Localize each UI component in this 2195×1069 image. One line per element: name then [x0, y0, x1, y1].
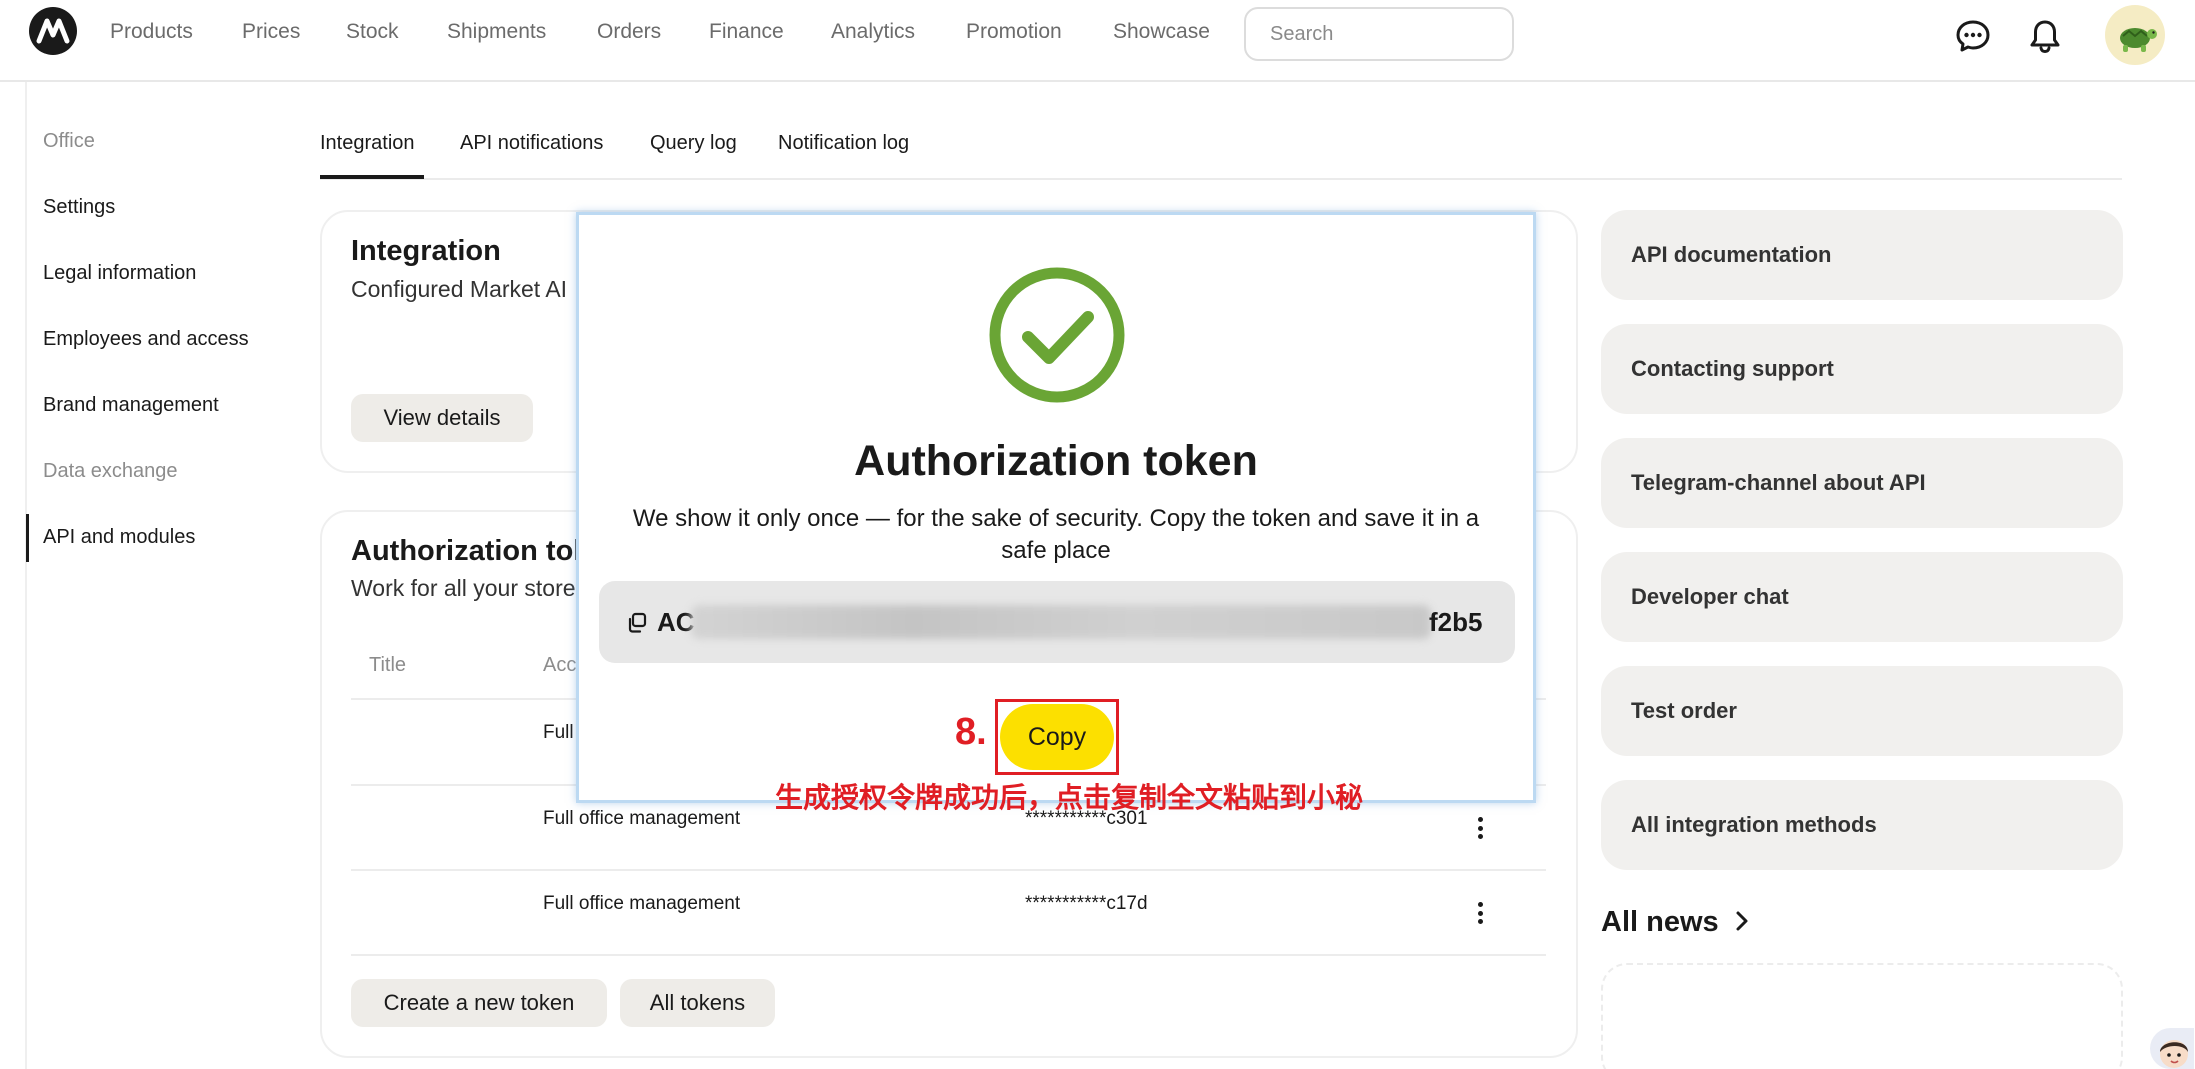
annotation-instruction: 生成授权令牌成功后，点击复制全文粘贴到小秘 [775, 781, 1364, 814]
token-field[interactable]: AC f2b5 [599, 581, 1515, 663]
chevron-right-icon [1736, 911, 1748, 931]
nav-finance[interactable]: Finance [709, 20, 784, 44]
nav-stock[interactable]: Stock [346, 20, 399, 44]
sidebar-item-legal-information[interactable]: Legal information [43, 262, 196, 285]
chat-icon[interactable] [1953, 16, 1993, 56]
market-logo-icon[interactable] [29, 7, 77, 55]
token-masked-section [691, 605, 1431, 639]
nav-promotion[interactable]: Promotion [966, 20, 1062, 44]
nav-showcase[interactable]: Showcase [1113, 20, 1210, 44]
page-left-edge [25, 82, 27, 1069]
table-divider [351, 869, 1546, 871]
tab-notification-log[interactable]: Notification log [778, 132, 909, 155]
integration-card-title: Integration [351, 235, 501, 267]
annotation-step-number: 8. [955, 711, 987, 753]
all-news-link[interactable]: All news [1601, 906, 1753, 939]
bell-icon[interactable] [2025, 16, 2065, 56]
token-visible-suffix: f2b5 [1429, 607, 1483, 637]
success-check-icon [989, 267, 1125, 403]
sidebar-item-data-exchange: Data exchange [43, 460, 178, 482]
telegram-channel-link[interactable]: Telegram-channel about API [1601, 438, 2123, 528]
row-3-more-menu-icon[interactable] [1470, 899, 1490, 927]
table-row-3-token: ***********c17d [1025, 893, 1148, 914]
table-row-1-access: Full [543, 722, 574, 743]
column-header-title: Title [369, 654, 407, 676]
copy-button[interactable]: Copy [1000, 704, 1114, 770]
news-feed-placeholder [1601, 963, 2123, 1069]
search-input[interactable] [1244, 7, 1514, 61]
integration-card-subtitle: Configured Market AI [351, 276, 568, 302]
assistant-face-icon [2160, 1040, 2188, 1068]
view-details-button[interactable]: View details [351, 394, 533, 442]
sidebar-item-brand-management[interactable]: Brand management [43, 394, 219, 417]
turtle-avatar-icon [2120, 28, 2157, 52]
modal-title: Authorization token [854, 437, 1258, 485]
sidebar-active-indicator [26, 514, 29, 562]
contacting-support-link[interactable]: Contacting support [1601, 324, 2123, 414]
nav-prices[interactable]: Prices [242, 20, 300, 44]
sidebar-item-office: Office [43, 130, 95, 152]
sidebar-item-api-and-modules[interactable]: API and modules [43, 526, 195, 549]
tabs-divider [320, 178, 2122, 180]
tab-api-notifications[interactable]: API notifications [460, 132, 603, 155]
all-integration-methods-link[interactable]: All integration methods [1601, 780, 2123, 870]
tokens-card-title: Authorization tok [351, 535, 590, 567]
test-order-link[interactable]: Test order [1601, 666, 2123, 756]
table-row-3-access: Full office management [543, 893, 741, 914]
all-tokens-button[interactable]: All tokens [620, 979, 775, 1027]
active-tab-underline [320, 175, 424, 179]
nav-shipments[interactable]: Shipments [447, 20, 546, 44]
nav-products[interactable]: Products [110, 20, 193, 44]
tab-integration[interactable]: Integration [320, 132, 415, 155]
tab-query-log[interactable]: Query log [650, 132, 737, 155]
user-avatar[interactable] [2105, 5, 2165, 65]
token-visible-prefix: AC [657, 607, 695, 637]
sidebar-item-employees-and-access[interactable]: Employees and access [43, 328, 249, 351]
column-header-access: Acc [543, 654, 577, 676]
top-navigation-bar: Products Prices Stock Shipments Orders F… [0, 0, 2195, 82]
table-row-2-access: Full office management [543, 808, 741, 829]
all-news-label: All news [1601, 906, 1719, 938]
assistant-avatar[interactable] [2150, 1028, 2194, 1069]
modal-description: We show it only once — for the sake of s… [632, 505, 1480, 564]
nav-analytics[interactable]: Analytics [831, 20, 915, 44]
developer-chat-link[interactable]: Developer chat [1601, 552, 2123, 642]
authorization-token-modal: Authorization token We show it only once… [576, 212, 1536, 803]
tokens-card-subtitle: Work for all your store [351, 575, 576, 601]
row-2-more-menu-icon[interactable] [1470, 814, 1490, 842]
table-divider [351, 954, 1546, 956]
copy-icon[interactable] [625, 611, 649, 635]
api-documentation-link[interactable]: API documentation [1601, 210, 2123, 300]
create-new-token-button[interactable]: Create a new token [351, 979, 607, 1027]
sidebar-item-settings[interactable]: Settings [43, 196, 115, 219]
nav-orders[interactable]: Orders [597, 20, 661, 44]
